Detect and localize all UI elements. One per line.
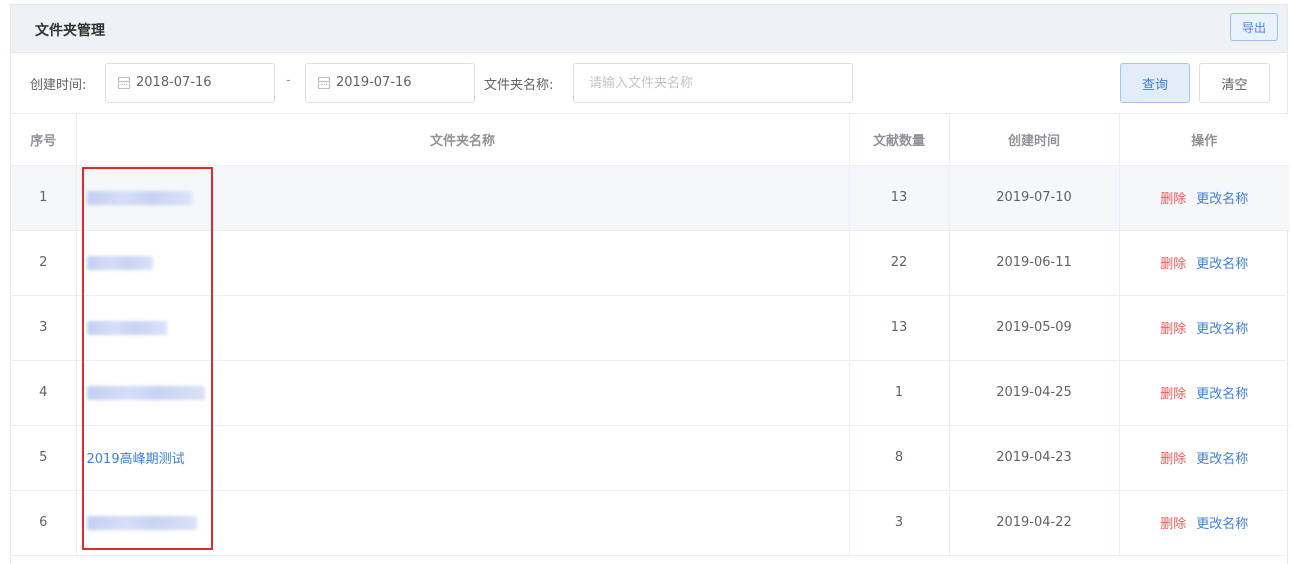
cell-folder-name[interactable]	[76, 490, 850, 556]
table-row[interactable]: 4 1 2019-04-25 删除 更改名称	[11, 360, 1289, 426]
date-from-value: 2018-07-16	[136, 75, 212, 90]
table-header-row: 序号 文件夹名称 文献数量 创建时间 操作	[11, 114, 1289, 166]
cell-folder-name[interactable]: 2019高峰期测试	[76, 425, 850, 491]
table-row[interactable]: 2 22 2019-06-11 删除 更改名称	[11, 230, 1289, 296]
filter-bar: 创建时间: 2018-07-16 - 2019-07-16 文件夹名称: 查询 …	[11, 53, 1287, 114]
header-index: 序号	[11, 114, 77, 166]
rename-link[interactable]: 更改名称	[1196, 322, 1248, 337]
cell-folder-name[interactable]	[76, 165, 850, 231]
cell-created-time: 2019-07-10	[949, 165, 1120, 231]
redacted-folder-name[interactable]	[86, 385, 205, 400]
panel-header: 文件夹管理 导出	[11, 5, 1287, 53]
redacted-folder-name[interactable]	[86, 515, 197, 530]
delete-link[interactable]: 删除	[1160, 517, 1186, 532]
cell-folder-name[interactable]	[76, 230, 850, 296]
redacted-folder-name[interactable]	[86, 255, 153, 270]
rename-link[interactable]: 更改名称	[1196, 517, 1248, 532]
cell-operations: 删除 更改名称	[1119, 425, 1289, 491]
delete-link[interactable]: 删除	[1160, 322, 1186, 337]
cell-folder-name[interactable]	[76, 360, 850, 426]
folder-name-link[interactable]: 2019高峰期测试	[87, 452, 185, 467]
cell-created-time: 2019-04-25	[949, 360, 1120, 426]
calendar-icon	[318, 77, 330, 89]
table-row[interactable]: 6 3 2019-04-22 删除 更改名称	[11, 490, 1289, 556]
delete-link[interactable]: 删除	[1160, 387, 1186, 402]
delete-link[interactable]: 删除	[1160, 192, 1186, 207]
redacted-folder-name[interactable]	[86, 190, 192, 205]
export-button[interactable]: 导出	[1230, 13, 1278, 41]
table-row[interactable]: 3 13 2019-05-09 删除 更改名称	[11, 295, 1289, 361]
folder-name-label: 文件夹名称:	[484, 78, 554, 93]
header-folder-name: 文件夹名称	[76, 114, 850, 166]
rename-link[interactable]: 更改名称	[1196, 192, 1248, 207]
cell-created-time: 2019-05-09	[949, 295, 1120, 361]
table-row[interactable]: 5 2019高峰期测试 8 2019-04-23 删除 更改名称	[11, 425, 1289, 491]
cell-doc-count: 1	[849, 360, 950, 426]
cell-operations: 删除 更改名称	[1119, 165, 1289, 231]
cell-index: 1	[11, 165, 77, 231]
cell-operations: 删除 更改名称	[1119, 295, 1289, 361]
cell-doc-count: 13	[849, 295, 950, 361]
query-button[interactable]: 查询	[1120, 63, 1190, 103]
redacted-folder-name[interactable]	[86, 320, 167, 335]
cell-created-time: 2019-04-22	[949, 490, 1120, 556]
cell-index: 3	[11, 295, 77, 361]
date-from-picker[interactable]: 2018-07-16	[105, 63, 275, 103]
cell-index: 6	[11, 490, 77, 556]
rename-link[interactable]: 更改名称	[1196, 452, 1248, 467]
cell-index: 2	[11, 230, 77, 296]
header-created-time: 创建时间	[949, 114, 1120, 166]
date-to-picker[interactable]: 2019-07-16	[305, 63, 475, 103]
created-time-label: 创建时间:	[30, 78, 87, 93]
delete-link[interactable]: 删除	[1160, 257, 1186, 272]
cell-operations: 删除 更改名称	[1119, 360, 1289, 426]
clear-button[interactable]: 清空	[1199, 63, 1270, 103]
calendar-icon	[118, 77, 130, 89]
cell-created-time: 2019-04-23	[949, 425, 1120, 491]
table-row[interactable]: 1 13 2019-07-10 删除 更改名称	[11, 165, 1289, 231]
rename-link[interactable]: 更改名称	[1196, 257, 1248, 272]
cell-index: 5	[11, 425, 77, 491]
cell-doc-count: 13	[849, 165, 950, 231]
folder-table: 序号 文件夹名称 文献数量 创建时间 操作 1 13 2019-07-10 删除…	[11, 114, 1289, 556]
date-range-separator: -	[286, 73, 291, 88]
cell-doc-count: 3	[849, 490, 950, 556]
header-doc-count: 文献数量	[849, 114, 950, 166]
cell-index: 4	[11, 360, 77, 426]
rename-link[interactable]: 更改名称	[1196, 387, 1248, 402]
header-operations: 操作	[1119, 114, 1289, 166]
delete-link[interactable]: 删除	[1160, 452, 1186, 467]
cell-created-time: 2019-06-11	[949, 230, 1120, 296]
cell-operations: 删除 更改名称	[1119, 490, 1289, 556]
folder-name-input[interactable]	[573, 63, 853, 103]
cell-operations: 删除 更改名称	[1119, 230, 1289, 296]
cell-folder-name[interactable]	[76, 295, 850, 361]
cell-doc-count: 8	[849, 425, 950, 491]
panel-title: 文件夹管理	[35, 23, 105, 39]
cell-doc-count: 22	[849, 230, 950, 296]
date-to-value: 2019-07-16	[336, 75, 412, 90]
folder-management-panel: 文件夹管理 导出 创建时间: 2018-07-16 - 2019-07-16 文…	[10, 4, 1289, 564]
